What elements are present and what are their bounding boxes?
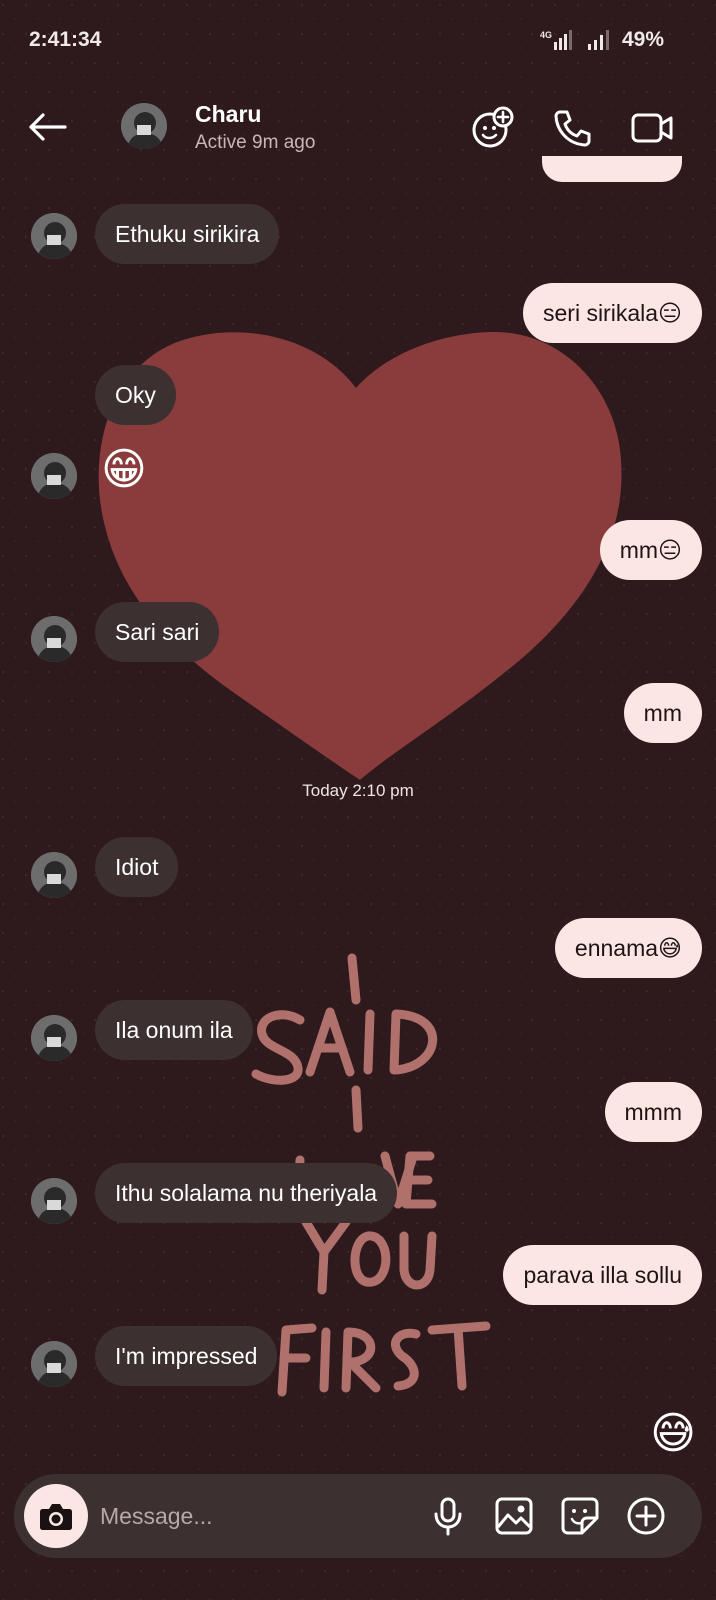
status-time: 2:41:34: [29, 28, 102, 51]
voice-call-button[interactable]: [550, 106, 594, 150]
sticker-button[interactable]: [558, 1494, 602, 1538]
incoming-message[interactable]: Ethuku sirikira: [95, 204, 280, 264]
avatar-image: [31, 1015, 77, 1061]
sender-avatar[interactable]: [31, 1178, 77, 1224]
sender-avatar[interactable]: [31, 1015, 77, 1061]
contact-avatar[interactable]: [121, 103, 167, 149]
message-input[interactable]: [100, 1474, 430, 1558]
incoming-message[interactable]: Idiot: [95, 837, 179, 897]
sender-avatar[interactable]: [31, 213, 77, 259]
add-icon: [627, 1497, 665, 1535]
back-button[interactable]: [24, 104, 70, 150]
battery-percent: 49%: [621, 28, 664, 51]
previous-message-bubble-partial: [542, 156, 682, 182]
voice-message-button[interactable]: [426, 1494, 470, 1538]
incoming-message[interactable]: Ila onum ila: [95, 1000, 253, 1060]
signal-strength-icon: [587, 30, 609, 50]
incoming-message[interactable]: Oky: [95, 365, 176, 425]
video-call-button[interactable]: [630, 106, 674, 150]
gallery-icon: [495, 1497, 533, 1535]
sticker-icon: [561, 1497, 599, 1535]
gallery-button[interactable]: [492, 1494, 536, 1538]
signal-4g-icon: 4G: [540, 30, 572, 50]
effects-button[interactable]: [470, 106, 514, 150]
contact-active-status: Active 9m ago: [195, 132, 316, 153]
camera-icon: [40, 1504, 72, 1530]
incoming-message[interactable]: Sari sari: [95, 602, 220, 662]
contact-name[interactable]: Charu: [195, 101, 261, 128]
chat-screen: 2:41:34 4G 49% Charu Active 9m ago Ethuk…: [0, 0, 716, 1600]
sender-avatar[interactable]: [31, 616, 77, 662]
avatar-image: [31, 213, 77, 259]
heart-shape: [98, 331, 622, 780]
incoming-emoji-message[interactable]: 😁: [101, 448, 147, 492]
avatar-image: [31, 852, 77, 898]
incoming-message[interactable]: Ithu solalama nu theriyala: [95, 1163, 398, 1223]
message-composer: [14, 1474, 702, 1558]
back-arrow-icon: [29, 113, 67, 141]
microphone-icon: [434, 1497, 462, 1536]
outgoing-message[interactable]: mm: [623, 683, 702, 743]
avatar-image: [121, 103, 167, 149]
video-icon: [631, 113, 673, 143]
avatar-image: [31, 1341, 77, 1387]
outgoing-message[interactable]: mmm: [604, 1082, 702, 1142]
outgoing-emoji-message[interactable]: 😅: [650, 1412, 696, 1456]
more-options-button[interactable]: [624, 1494, 668, 1538]
avatar-image: [31, 453, 77, 499]
avatar-image: [31, 616, 77, 662]
svg-text:4G: 4G: [540, 30, 552, 40]
status-bar: 2:41:34 4G 49%: [0, 0, 716, 82]
incoming-message[interactable]: I'm impressed: [95, 1326, 278, 1386]
outgoing-message[interactable]: ennama😅: [554, 918, 702, 978]
outgoing-message[interactable]: seri sirikala😑: [523, 283, 702, 343]
sender-avatar[interactable]: [31, 1341, 77, 1387]
outgoing-message[interactable]: parava illa sollu: [503, 1245, 702, 1305]
avatar-image: [31, 1178, 77, 1224]
message-timestamp: Today 2:10 pm: [302, 781, 414, 800]
camera-button[interactable]: [24, 1484, 88, 1548]
status-indicators: 4G 49%: [538, 28, 664, 52]
phone-icon: [554, 110, 591, 147]
outgoing-message[interactable]: mm😑: [599, 520, 702, 580]
effects-icon: [472, 106, 514, 148]
sender-avatar[interactable]: [31, 453, 77, 499]
sender-avatar[interactable]: [31, 852, 77, 898]
